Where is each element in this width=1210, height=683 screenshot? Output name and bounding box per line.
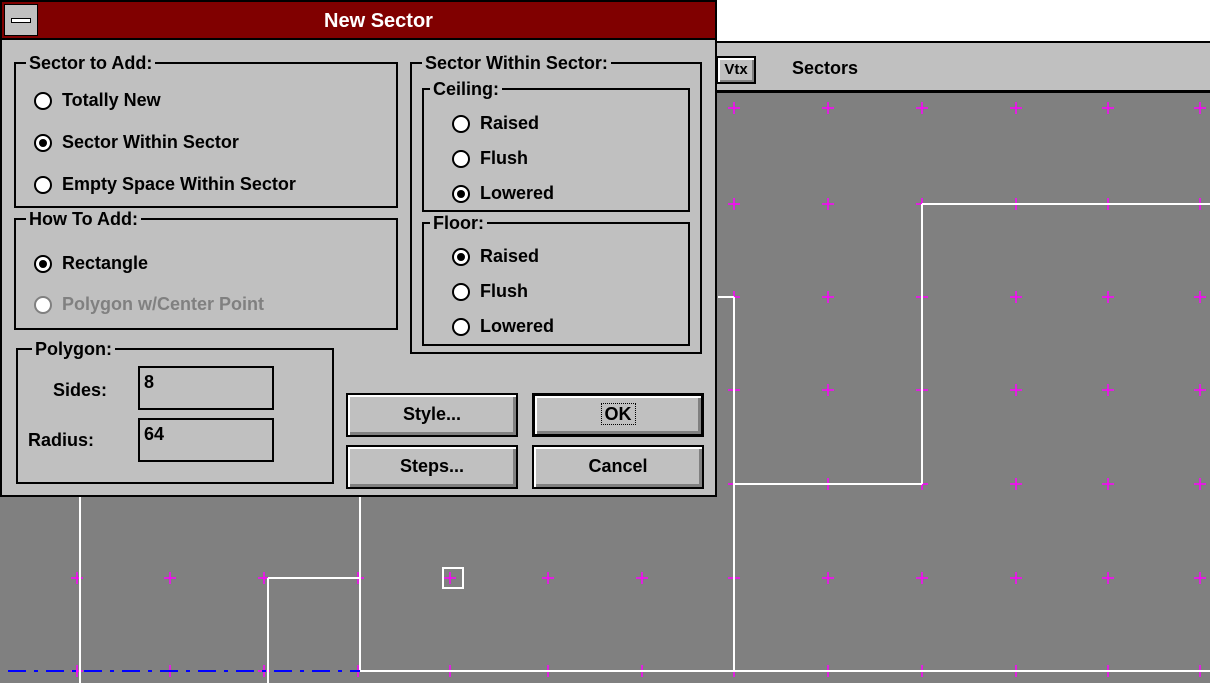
radio-icon (34, 175, 52, 194)
radio-label: Polygon w/Center Point (62, 294, 265, 314)
radio-label: Lowered (480, 316, 555, 336)
sector-to-add-label: Sector to Add: (26, 53, 156, 73)
radio-icon (452, 184, 470, 203)
radio-label: Flush (480, 281, 528, 301)
radio-icon (452, 247, 470, 266)
radio-icon (34, 91, 52, 110)
radio-floor-flush[interactable]: Flush (452, 281, 528, 302)
radio-ceiling-flush[interactable]: Flush (452, 148, 528, 169)
radio-icon (34, 295, 52, 314)
sector-within-sector-label: Sector Within Sector: (422, 53, 611, 73)
radio-label: Sector Within Sector (62, 132, 239, 152)
radio-label: Raised (480, 246, 540, 266)
radio-label: Raised (480, 113, 540, 133)
radio-ceiling-raised[interactable]: Raised (452, 113, 539, 134)
how-to-add-label: How To Add: (26, 209, 141, 229)
radio-ceiling-lowered[interactable]: Lowered (452, 183, 554, 204)
radio-rectangle[interactable]: Rectangle (34, 253, 148, 274)
floor-label: Floor: (430, 213, 487, 233)
new-sector-dialog: New Sector Sector to Add: Totally New Se… (0, 0, 717, 497)
ok-button[interactable]: OK (532, 393, 704, 437)
radio-label: Lowered (480, 183, 555, 203)
radio-label: Totally New (62, 90, 161, 110)
dialog-titlebar[interactable]: New Sector (2, 2, 715, 40)
radio-floor-raised[interactable]: Raised (452, 246, 539, 267)
radio-label: Empty Space Within Sector (62, 174, 296, 194)
mode-label: Sectors (792, 58, 859, 78)
sides-field[interactable]: 8 (138, 366, 274, 410)
radius-field[interactable]: 64 (138, 418, 274, 462)
vtx-button[interactable]: Vtx (716, 56, 756, 84)
style-button[interactable]: Style... (346, 393, 518, 437)
radio-icon (452, 114, 470, 133)
radio-icon (452, 282, 470, 301)
radio-sector-within-sector[interactable]: Sector Within Sector (34, 132, 239, 153)
radio-icon (452, 149, 470, 168)
radio-empty-space-within-sector[interactable]: Empty Space Within Sector (34, 174, 296, 195)
radius-label: Radius: (28, 430, 95, 450)
polygon-label: Polygon: (32, 339, 115, 359)
ceiling-label: Ceiling: (430, 79, 502, 99)
radio-label: Flush (480, 148, 528, 168)
steps-button[interactable]: Steps... (346, 445, 518, 489)
radio-label: Rectangle (62, 253, 149, 273)
ok-button-label: OK (600, 403, 636, 425)
radio-totally-new[interactable]: Totally New (34, 90, 161, 111)
radio-polygon-center-point: Polygon w/Center Point (34, 294, 264, 315)
dialog-title: New Sector (324, 10, 433, 32)
radio-icon (452, 317, 470, 336)
radio-icon (34, 133, 52, 152)
radio-icon (34, 254, 52, 273)
sides-label: Sides: (53, 380, 108, 400)
radio-floor-lowered[interactable]: Lowered (452, 316, 554, 337)
cancel-button[interactable]: Cancel (532, 445, 704, 489)
